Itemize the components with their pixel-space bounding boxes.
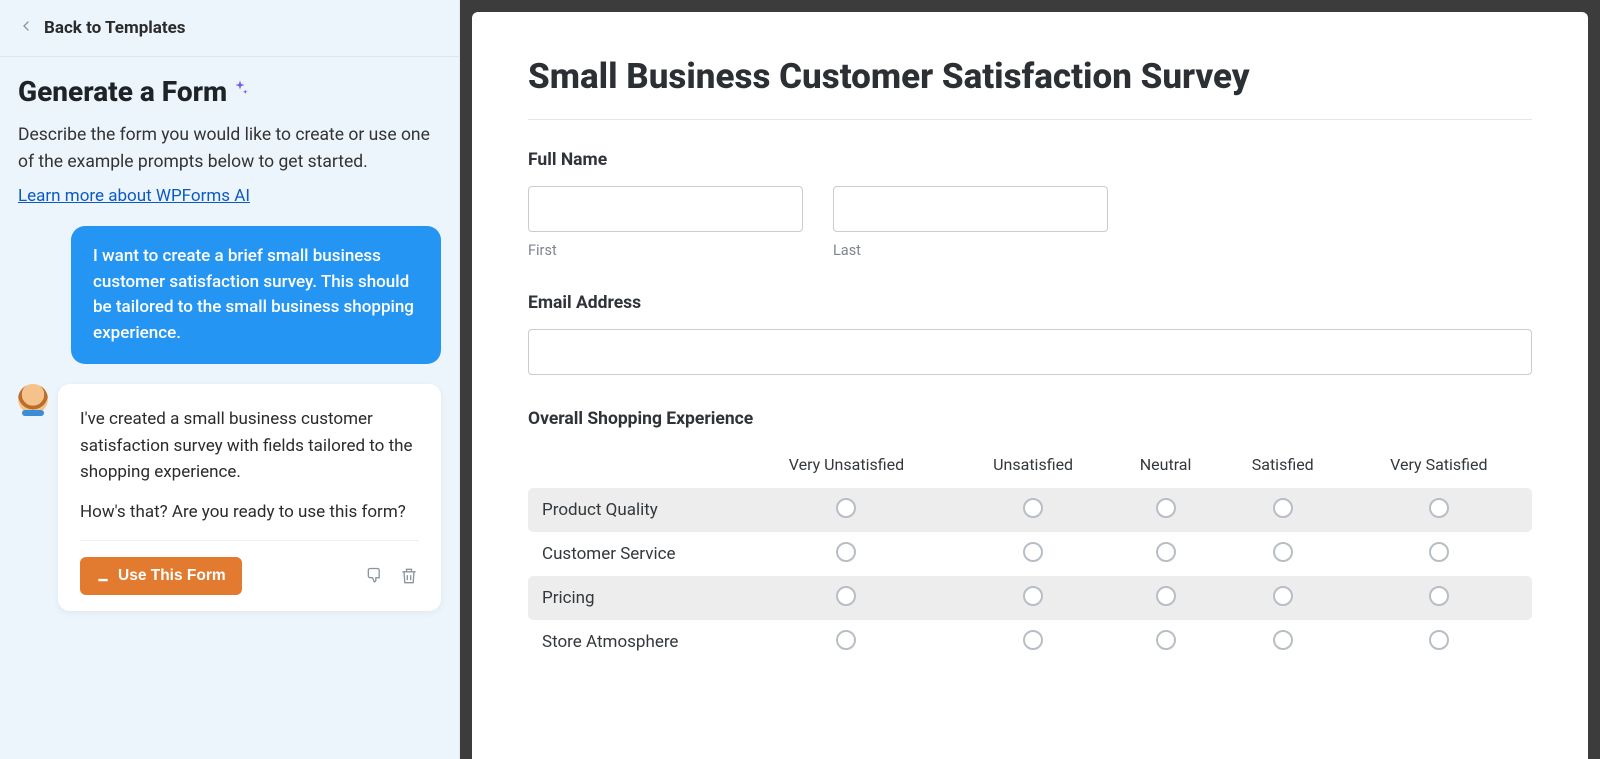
table-row: Pricing [528, 576, 1532, 620]
form-title: Small Business Customer Satisfaction Sur… [528, 56, 1532, 97]
matrix-radio[interactable] [1023, 542, 1043, 562]
matrix-radio[interactable] [1023, 586, 1043, 606]
matrix-radio[interactable] [836, 630, 856, 650]
sidebar-description: Describe the form you would like to crea… [18, 122, 441, 176]
ai-feedback-icons [365, 566, 419, 586]
likert-matrix: Very Unsatisfied Unsatisfied Neutral Sat… [528, 445, 1532, 664]
ai-actions-row: Use This Form [80, 540, 419, 595]
matrix-radio[interactable] [1429, 586, 1449, 606]
chat-area: I want to create a brief small business … [0, 214, 459, 634]
table-row: Customer Service [528, 532, 1532, 576]
full-name-label: Full Name [528, 150, 1532, 170]
matrix-radio[interactable] [1273, 498, 1293, 518]
matrix-radio[interactable] [1156, 630, 1176, 650]
use-this-form-button[interactable]: Use This Form [80, 557, 242, 595]
matrix-field: Overall Shopping Experience Very Unsatis… [528, 409, 1532, 664]
matrix-col-satisfied: Satisfied [1220, 445, 1346, 488]
learn-more-link[interactable]: Learn more about WPForms AI [18, 186, 250, 206]
ai-response-card: I've created a small business customer s… [58, 384, 441, 610]
form-preview-frame: Small Business Customer Satisfaction Sur… [460, 0, 1600, 759]
matrix-radio[interactable] [1023, 630, 1043, 650]
matrix-row-pricing: Pricing [528, 576, 738, 620]
first-sublabel: First [528, 242, 803, 259]
matrix-row-product-quality: Product Quality [528, 488, 738, 532]
matrix-col-very-satisfied: Very Satisfied [1346, 445, 1532, 488]
trash-icon[interactable] [399, 566, 419, 586]
thumbs-down-icon[interactable] [365, 566, 385, 586]
title-divider [528, 119, 1532, 120]
matrix-radio[interactable] [1429, 542, 1449, 562]
download-icon [96, 569, 110, 583]
full-name-field: Full Name First Last [528, 150, 1532, 259]
matrix-radio[interactable] [1273, 630, 1293, 650]
last-name-input[interactable] [833, 186, 1108, 232]
matrix-col-neutral: Neutral [1111, 445, 1219, 488]
matrix-col-very-unsatisfied: Very Unsatisfied [738, 445, 955, 488]
matrix-radio[interactable] [1273, 586, 1293, 606]
last-sublabel: Last [833, 242, 1108, 259]
matrix-radio[interactable] [836, 542, 856, 562]
matrix-radio[interactable] [836, 498, 856, 518]
form-preview: Small Business Customer Satisfaction Sur… [472, 12, 1588, 759]
first-name-input[interactable] [528, 186, 803, 232]
arrow-left-icon [18, 18, 34, 38]
matrix-radio[interactable] [1429, 630, 1449, 650]
matrix-radio[interactable] [1429, 498, 1449, 518]
back-label: Back to Templates [44, 18, 186, 38]
matrix-row-store-atmosphere: Store Atmosphere [528, 620, 738, 664]
ai-sidebar: Back to Templates Generate a Form Descri… [0, 0, 460, 759]
intro-block: Generate a Form Describe the form you wo… [0, 57, 459, 214]
matrix-row-customer-service: Customer Service [528, 532, 738, 576]
matrix-blank-header [528, 445, 738, 488]
matrix-radio[interactable] [1156, 498, 1176, 518]
matrix-radio[interactable] [1273, 542, 1293, 562]
matrix-radio[interactable] [1023, 498, 1043, 518]
email-input[interactable] [528, 329, 1532, 375]
email-label: Email Address [528, 293, 1532, 313]
matrix-radio[interactable] [1156, 586, 1176, 606]
ai-message-line-2: How's that? Are you ready to use this fo… [80, 499, 419, 525]
user-message-bubble: I want to create a brief small business … [71, 226, 441, 364]
sparkle-icon [231, 71, 249, 104]
table-row: Store Atmosphere [528, 620, 1532, 664]
matrix-col-unsatisfied: Unsatisfied [955, 445, 1112, 488]
email-field: Email Address [528, 293, 1532, 375]
sidebar-title: Generate a Form [18, 75, 441, 108]
back-to-templates[interactable]: Back to Templates [0, 0, 459, 57]
matrix-radio[interactable] [1156, 542, 1176, 562]
table-row: Product Quality [528, 488, 1532, 532]
matrix-radio[interactable] [836, 586, 856, 606]
ai-response-row: I've created a small business customer s… [18, 384, 441, 610]
ai-message-line-1: I've created a small business customer s… [80, 406, 419, 485]
matrix-label: Overall Shopping Experience [528, 409, 1532, 429]
ai-avatar-icon [18, 384, 48, 414]
